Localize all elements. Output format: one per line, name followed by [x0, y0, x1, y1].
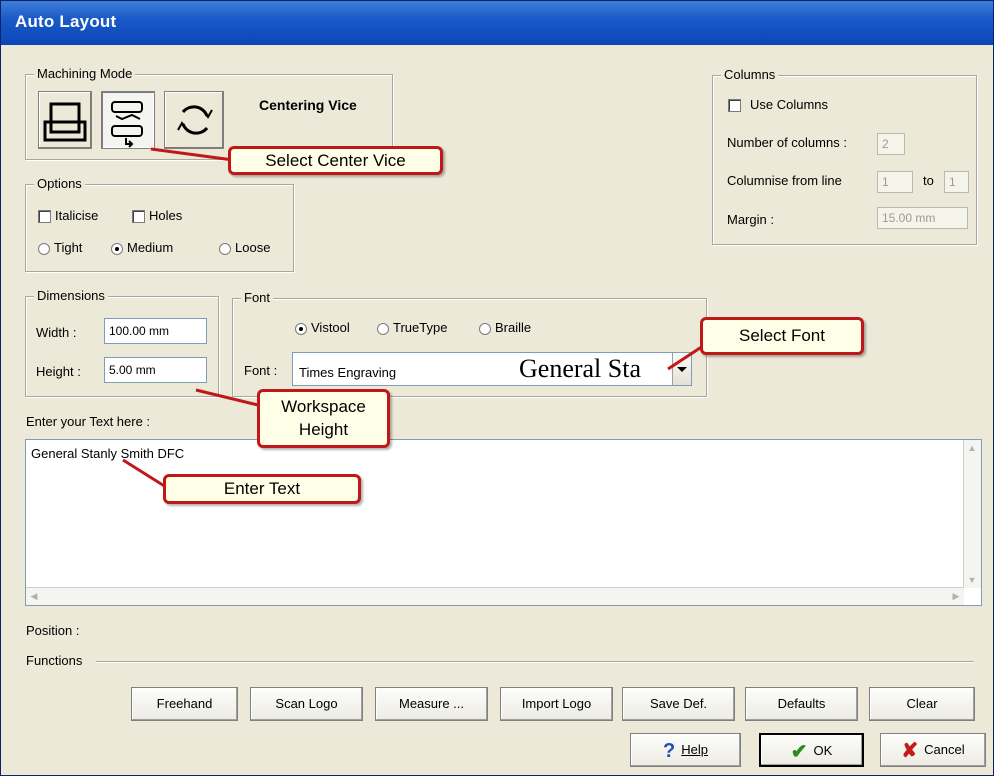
font-select-value: Times Engraving — [299, 365, 397, 380]
machining-mode-legend: Machining Mode — [34, 66, 136, 82]
dimensions-legend: Dimensions — [34, 288, 108, 304]
rotary-mode-button[interactable] — [164, 91, 224, 149]
to-label: to — [923, 173, 934, 188]
callout-enter-text: Enter Text — [163, 474, 361, 504]
callout-select-font: Select Font — [700, 317, 864, 355]
callout-select-center-vice-text: Select Center Vice — [265, 151, 406, 170]
help-icon: ? — [663, 739, 676, 762]
auto-layout-dialog: Auto Layout Machining Mode Centering Vic… — [0, 0, 994, 776]
tight-label: Tight — [54, 240, 83, 255]
font-label: Font : — [244, 363, 278, 378]
callout-workspace-height-line2: Height — [298, 420, 349, 439]
import-logo-button[interactable]: Import Logo — [500, 687, 613, 721]
callout-workspace-height-line1: Workspace — [281, 397, 366, 416]
clear-button[interactable]: Clear — [869, 687, 975, 721]
height-label: Height : — [36, 364, 81, 379]
truetype-label: TrueType — [393, 320, 448, 335]
scan-logo-button[interactable]: Scan Logo — [250, 687, 363, 721]
use-columns-label: Use Columns — [750, 97, 829, 112]
ok-button[interactable]: ✔ OK — [759, 733, 864, 767]
measure-button[interactable]: Measure ... — [375, 687, 488, 721]
flat-square-mode-icon — [43, 102, 87, 142]
callout-enter-text-text: Enter Text — [223, 479, 301, 498]
medium-label: Medium — [127, 240, 174, 255]
save-def-button[interactable]: Save Def. — [622, 687, 735, 721]
enter-text-label: Enter your Text here : — [26, 414, 151, 429]
braille-label: Braille — [495, 320, 532, 335]
centering-vice-icon — [111, 101, 143, 148]
window-title: Auto Layout — [15, 12, 117, 31]
cancel-button[interactable]: ✘ Cancel — [880, 733, 986, 767]
callout-select-font-text: Select Font — [739, 326, 825, 345]
functions-divider — [96, 661, 974, 663]
position-label: Position : — [26, 623, 80, 638]
rotary-circle-icon — [177, 105, 213, 135]
italicise-label: Italicise — [55, 208, 99, 223]
defaults-button[interactable]: Defaults — [745, 687, 858, 721]
width-field[interactable]: 100.00 mm — [104, 318, 207, 344]
help-label: Help — [681, 742, 708, 757]
columnise-from-line-label: Columnise from line — [727, 173, 842, 188]
vistool-radio[interactable] — [295, 323, 307, 335]
options-legend: Options — [34, 176, 85, 192]
cancel-x-icon: ✘ — [901, 739, 919, 762]
text-entry-value: General Stanly Smith DFC — [31, 446, 185, 461]
chevron-down-icon — [677, 367, 687, 372]
italicise-checkbox[interactable] — [38, 210, 51, 223]
centering-vice-mode-button[interactable] — [101, 91, 155, 149]
width-label: Width : — [36, 325, 77, 340]
holes-checkbox[interactable] — [132, 210, 145, 223]
margin-field[interactable]: 15.00 mm — [877, 207, 968, 229]
use-columns-checkbox[interactable] — [728, 99, 741, 112]
font-select[interactable]: Times Engraving General Sta — [292, 352, 692, 386]
height-field[interactable]: 5.00 mm — [104, 357, 207, 383]
freehand-button[interactable]: Freehand — [131, 687, 238, 721]
text-entry-area[interactable]: General Stanly Smith DFC ▲ ▼ ◀ ▶ — [25, 439, 982, 606]
callout-select-center-vice: Select Center Vice — [228, 146, 443, 175]
margin-label: Margin : — [727, 212, 774, 227]
help-button[interactable]: ? Help — [630, 733, 741, 767]
horizontal-scrollbar[interactable]: ◀ ▶ — [26, 587, 964, 605]
number-of-columns-label: Number of columns : — [727, 135, 847, 150]
scroll-right-icon[interactable]: ▶ — [948, 588, 964, 604]
functions-label: Functions — [26, 653, 86, 669]
vertical-scrollbar[interactable]: ▲ ▼ — [963, 440, 981, 588]
cancel-label: Cancel — [924, 742, 965, 757]
truetype-radio[interactable] — [377, 323, 389, 335]
scroll-up-icon[interactable]: ▲ — [964, 440, 980, 456]
holes-label: Holes — [149, 208, 183, 223]
braille-radio[interactable] — [479, 323, 491, 335]
scroll-down-icon[interactable]: ▼ — [964, 572, 980, 588]
title-bar[interactable]: Auto Layout — [1, 1, 993, 45]
options-group: Options — [25, 176, 294, 272]
medium-radio[interactable] — [111, 243, 123, 255]
font-dropdown-button[interactable] — [672, 353, 691, 385]
columnise-to-field[interactable]: 1 — [944, 171, 969, 193]
mode-label: Centering Vice — [259, 97, 357, 113]
loose-radio[interactable] — [219, 243, 231, 255]
columnise-from-field[interactable]: 1 — [877, 171, 913, 193]
number-of-columns-field[interactable]: 2 — [877, 133, 905, 155]
callout-workspace-height: Workspace Height — [257, 389, 390, 448]
font-preview: General Sta — [519, 354, 642, 383]
font-legend: Font — [241, 290, 274, 306]
ok-check-icon: ✔ — [790, 740, 808, 763]
flat-mode-button[interactable] — [38, 91, 92, 149]
tight-radio[interactable] — [38, 243, 50, 255]
loose-label: Loose — [235, 240, 271, 255]
scroll-left-icon[interactable]: ◀ — [26, 588, 42, 604]
columns-legend: Columns — [721, 67, 779, 83]
vistool-label: Vistool — [311, 320, 350, 335]
ok-label: OK — [813, 743, 833, 758]
